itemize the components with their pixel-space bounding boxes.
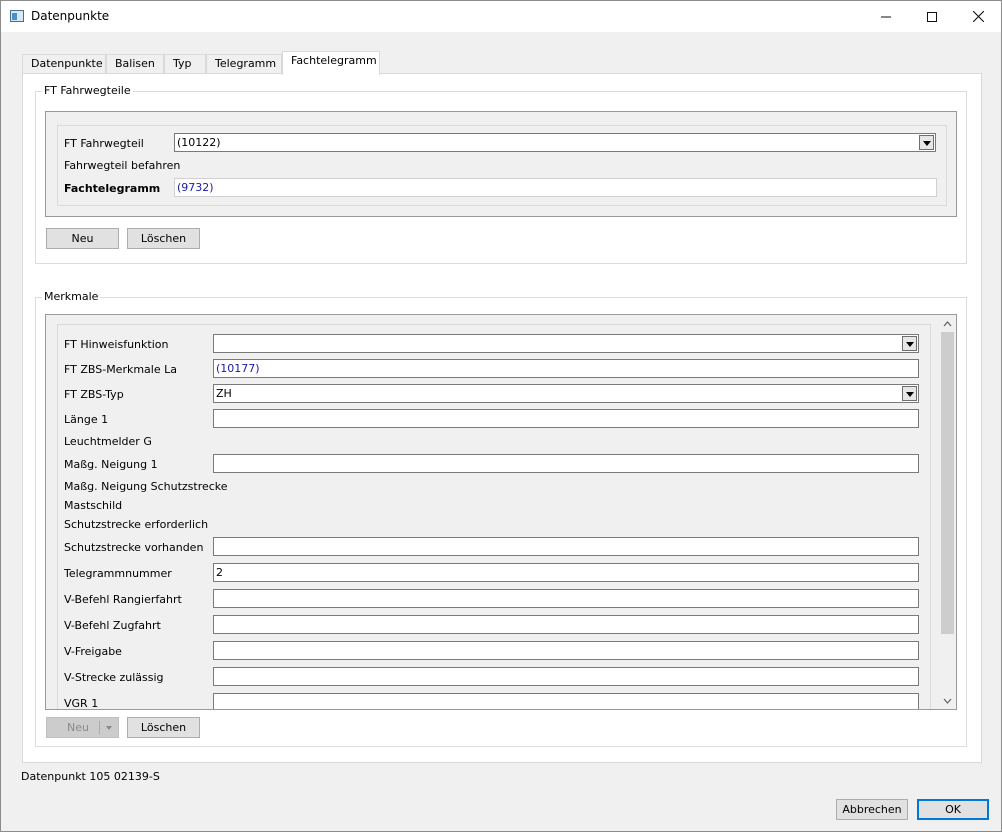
telegrammnummer-value: 2 — [216, 566, 223, 579]
merkmale-new-split-button[interactable]: Neu — [46, 717, 119, 738]
zbs-merkmale-value: (10177) — [216, 362, 260, 375]
group-legend: FT Fahrwegteile — [42, 84, 133, 97]
leuchtmelder-label: Leuchtmelder G — [64, 435, 152, 448]
close-icon — [972, 11, 984, 22]
dialog-window: Datenpunkte Datenpunkte Balisen Typ Tele… — [0, 0, 1002, 832]
tab-fachtelegramm[interactable]: Fachtelegramm — [282, 51, 380, 75]
zbs-merkmale-label: FT ZBS-Merkmale La — [64, 363, 177, 376]
v-freigabe-label: V-Freigabe — [64, 645, 122, 658]
schutzstrecke-vorhanden-label: Schutzstrecke vorhanden — [64, 541, 204, 554]
fahrwegteil-befahren-label: Fahrwegteil befahren — [64, 159, 181, 172]
scroll-down-button[interactable] — [939, 692, 956, 709]
v-strecke-zulaessig-label: V-Strecke zulässig — [64, 671, 164, 684]
ft-fahrwegteil-label: FT Fahrwegteil — [64, 137, 144, 150]
fahrwegteil-delete-button[interactable]: Löschen — [127, 228, 200, 249]
tab-datenpunkte[interactable]: Datenpunkte — [22, 54, 106, 74]
chevron-down-icon[interactable] — [902, 336, 917, 351]
laenge1-field[interactable] — [213, 409, 919, 428]
zbs-merkmale-field[interactable]: (10177) — [213, 359, 919, 378]
minimize-icon — [881, 16, 891, 17]
fachtelegramm-value: (9732) — [177, 181, 214, 194]
fahrwegteil-new-button[interactable]: Neu — [46, 228, 119, 249]
chevron-down-icon[interactable] — [902, 386, 917, 401]
maximize-button[interactable] — [909, 1, 955, 32]
v-befehl-zugfahrt-field[interactable] — [213, 615, 919, 634]
tab-balisen[interactable]: Balisen — [106, 54, 164, 74]
minimize-button[interactable] — [863, 1, 909, 32]
hinweisfunktion-label: FT Hinweisfunktion — [64, 338, 169, 351]
merkmale-new-label: Neu — [67, 721, 89, 734]
neigung1-label: Maßg. Neigung 1 — [64, 458, 158, 471]
fachtelegramm-label: Fachtelegramm — [64, 182, 161, 195]
vgr1-field[interactable] — [213, 693, 919, 709]
v-befehl-rangierfahrt-label: V-Befehl Rangierfahrt — [64, 593, 182, 606]
zbs-typ-label: FT ZBS-Typ — [64, 388, 124, 401]
mastschild-label: Mastschild — [64, 499, 123, 512]
merkmale-scrollbar[interactable] — [939, 315, 956, 709]
zbs-typ-value: ZH — [216, 387, 232, 400]
tab-telegramm[interactable]: Telegramm — [206, 54, 282, 74]
neigung1-field[interactable] — [213, 454, 919, 473]
vgr1-label: VGR 1 — [64, 697, 99, 710]
v-befehl-zugfahrt-label: V-Befehl Zugfahrt — [64, 619, 161, 632]
schutzstrecke-vorhanden-field[interactable] — [213, 537, 919, 556]
fachtelegramm-field[interactable]: (9732) — [174, 178, 937, 197]
window-app-icon — [10, 10, 24, 22]
scroll-up-button[interactable] — [939, 315, 956, 332]
maximize-icon — [927, 11, 937, 22]
ft-fahrwegteil-combo[interactable]: (10122) — [174, 133, 936, 152]
split-separator — [99, 721, 100, 734]
chevron-down-icon[interactable] — [919, 135, 934, 150]
scroll-thumb[interactable] — [941, 332, 954, 634]
chevron-up-icon — [943, 320, 952, 326]
chevron-down-icon[interactable] — [106, 726, 112, 730]
v-freigabe-field[interactable] — [213, 641, 919, 660]
v-strecke-zulaessig-field[interactable] — [213, 667, 919, 686]
ok-button[interactable]: OK — [917, 799, 989, 820]
close-button[interactable] — [955, 1, 1001, 32]
cancel-button[interactable]: Abbrechen — [836, 799, 908, 820]
zbs-typ-combo[interactable]: ZH — [213, 384, 919, 403]
chevron-down-icon — [943, 698, 952, 704]
laenge1-label: Länge 1 — [64, 413, 109, 426]
group-legend: Merkmale — [42, 290, 101, 303]
neigung-schutzstrecke-label: Maßg. Neigung Schutzstrecke — [64, 480, 228, 493]
ft-fahrwegteil-value: (10122) — [177, 136, 221, 149]
hinweisfunktion-combo[interactable] — [213, 334, 919, 353]
title-bar: Datenpunkte — [1, 1, 1001, 32]
window-title: Datenpunkte — [31, 9, 110, 23]
status-datenpunkt: Datenpunkt 105 02139-S — [21, 770, 160, 783]
telegrammnummer-label: Telegrammnummer — [64, 567, 172, 580]
schutzstrecke-erforderlich-label: Schutzstrecke erforderlich — [64, 518, 209, 531]
v-befehl-rangierfahrt-field[interactable] — [213, 589, 919, 608]
tab-typ[interactable]: Typ — [164, 54, 206, 74]
telegrammnummer-field[interactable]: 2 — [213, 563, 919, 582]
merkmale-delete-button[interactable]: Löschen — [127, 717, 200, 738]
